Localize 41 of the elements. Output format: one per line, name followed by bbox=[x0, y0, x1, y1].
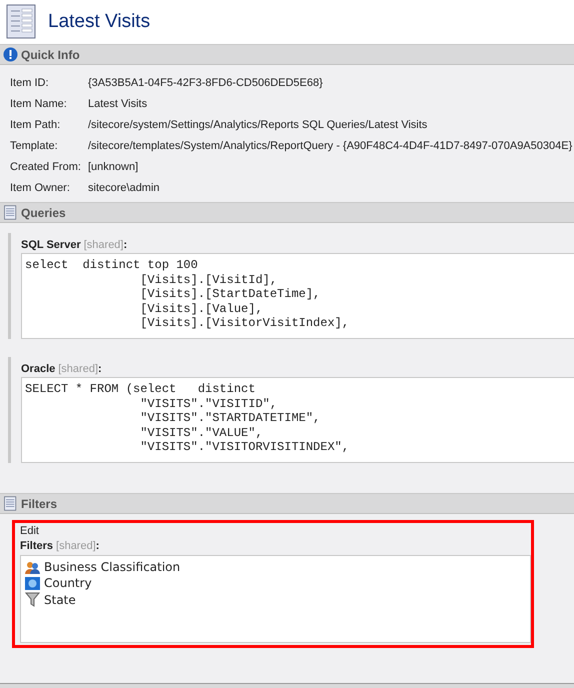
people-icon bbox=[25, 560, 40, 574]
report-icon bbox=[6, 4, 38, 40]
label-colon: : bbox=[98, 363, 102, 375]
info-value: sitecore\admin bbox=[88, 182, 161, 194]
info-label: Item ID: bbox=[10, 77, 50, 89]
globe-icon bbox=[25, 576, 40, 590]
info-value: /sitecore/templates/System/Analytics/ReportQuery - {A90F48C4-4D4F-41D7-8497-070A9A50304E} bbox=[88, 140, 572, 152]
filter-item[interactable]: Country bbox=[44, 576, 92, 590]
code-field[interactable]: select distinct top 100 [Visits].[VisitId], [Visits].[StartDateTime], [Visits].[Value], [Visits].[VisitorVisitIndex], bbox=[21, 253, 574, 339]
filter-item[interactable]: State bbox=[44, 592, 76, 606]
shared-tag: [shared] bbox=[84, 239, 124, 251]
shared-tag: [shared] bbox=[58, 363, 98, 375]
filter-item[interactable]: Business Classification bbox=[44, 560, 180, 574]
info-value: {3A53B5A1-04F5-42F3-8FD6-CD506DED5E68} bbox=[88, 77, 324, 89]
info-value: /sitecore/system/Settings/Analytics/Reports SQL Queries/Latest Visits bbox=[88, 119, 428, 131]
section-title: Quick Info bbox=[21, 48, 80, 62]
section-header[interactable]: Quick Info bbox=[0, 44, 574, 65]
code-field[interactable]: SELECT * FROM (select distinct "VISITS"."VISITID", "VISITS"."STARTDATETIME", "VISITS"."VALUE", "VISITS"."VISITORVISITINDEX", bbox=[21, 377, 574, 463]
info-icon bbox=[3, 47, 18, 62]
section-header[interactable]: Queries bbox=[0, 202, 574, 223]
info-label: Template: bbox=[10, 140, 59, 152]
document-icon bbox=[3, 205, 18, 220]
funnel-icon bbox=[25, 592, 40, 607]
section-title: Queries bbox=[21, 206, 66, 220]
edit-link[interactable]: Edit bbox=[20, 525, 531, 537]
document-icon bbox=[3, 496, 18, 511]
field-label: SQL Server bbox=[21, 239, 81, 251]
info-label: Item Path: bbox=[10, 119, 62, 131]
label-colon: : bbox=[96, 540, 100, 552]
section-title: Filters bbox=[21, 496, 58, 510]
field-label: Filters bbox=[20, 540, 54, 552]
field-label: Oracle bbox=[21, 363, 56, 375]
label-colon: : bbox=[123, 239, 128, 251]
shared-tag: [shared] bbox=[56, 540, 96, 552]
info-label: Item Owner: bbox=[10, 182, 71, 194]
info-label: Created From: bbox=[10, 161, 82, 173]
info-value: Latest Visits bbox=[88, 98, 148, 110]
page-title: Latest Visits bbox=[48, 11, 150, 33]
section-header[interactable]: Filters bbox=[0, 493, 574, 514]
info-value: [unknown] bbox=[88, 161, 140, 173]
info-label: Item Name: bbox=[10, 98, 68, 110]
